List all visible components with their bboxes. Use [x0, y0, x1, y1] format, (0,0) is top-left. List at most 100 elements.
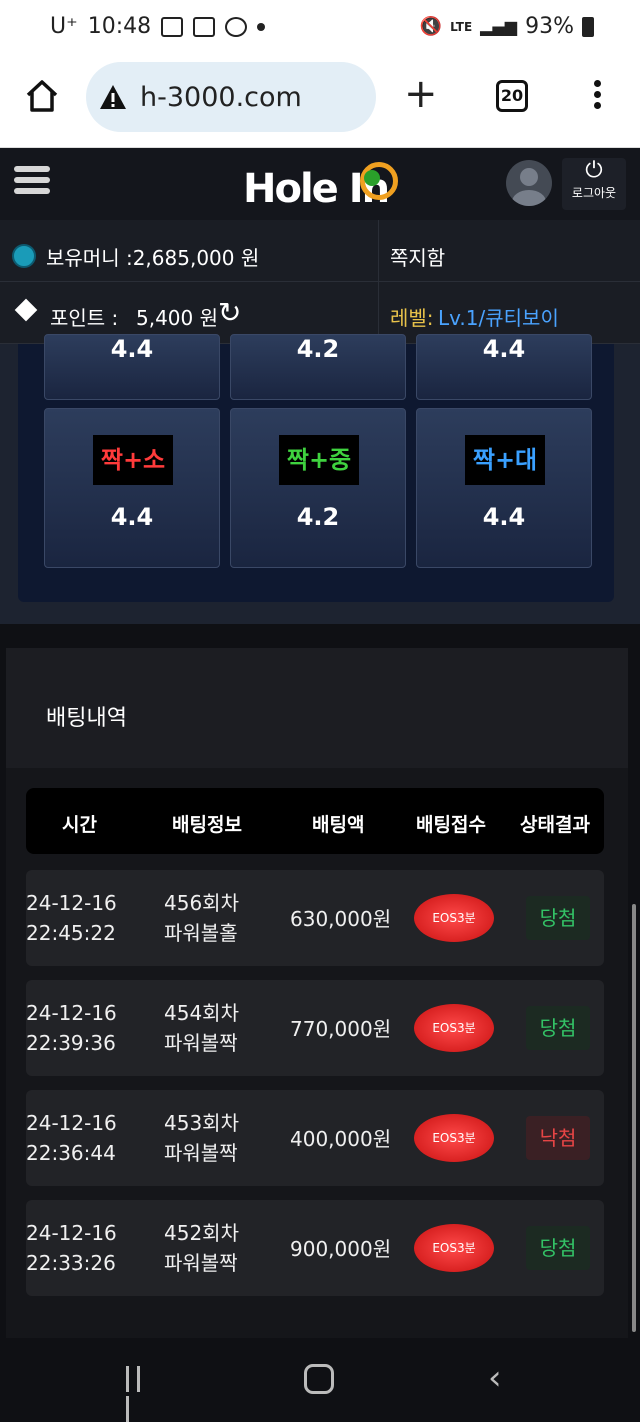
- history-table: 시간 배팅정보 배팅액 배팅접수 상태결과 24-12-16 22:45:22 4…: [6, 768, 628, 1338]
- bet-info: 452회차 파워볼짝: [164, 1221, 239, 1275]
- money-value: 2,685,000 원: [132, 246, 260, 270]
- recent-apps-icon[interactable]: [126, 1366, 154, 1422]
- logo-dot-icon: [364, 170, 380, 186]
- bet-odds: 4.2: [296, 335, 340, 363]
- bet-cell-even-small[interactable]: 짝+소 4.4: [44, 408, 220, 568]
- bet-grid: 4.4 4.2 4.4 짝+소 4.4 짝+중 4.2 짝+대 4.4: [18, 334, 614, 602]
- avatar[interactable]: [506, 160, 552, 206]
- column-header: 시간: [62, 814, 97, 836]
- history-title: 배팅내역: [46, 706, 127, 731]
- column-header: 배팅접수: [416, 814, 486, 836]
- menu-icon[interactable]: [14, 166, 50, 200]
- bet-time: 24-12-16 22:39:36: [26, 1001, 117, 1055]
- bet-odds: 4.4: [482, 503, 526, 531]
- result-badge: 당첨: [526, 1226, 590, 1270]
- memo-link[interactable]: 쪽지함: [390, 242, 445, 271]
- bet-odds: 4.4: [482, 335, 526, 363]
- refresh-icon[interactable]: ↻: [218, 296, 241, 329]
- browser-menu-icon[interactable]: [590, 80, 604, 116]
- bet-odds: 4.4: [110, 335, 154, 363]
- warning-icon[interactable]: [98, 83, 128, 111]
- point-label: 포인트 :: [50, 306, 119, 330]
- bet-time: 24-12-16 22:33:26: [26, 1221, 117, 1275]
- level-value: Lv.1/큐티보이: [438, 306, 559, 330]
- phone-screen: U⁺ 10:48 🔇 LTE ▂▄▆ 93% h-3000.com + 20 H…: [0, 0, 640, 1422]
- bet-odds: 4.2: [296, 503, 340, 531]
- bet-tag: 짝+중: [279, 435, 359, 485]
- bet-amount: 900,000원: [290, 1237, 392, 1261]
- result-badge: 당첨: [526, 1006, 590, 1050]
- new-tab-button[interactable]: +: [404, 74, 438, 114]
- bet-info: 456회차 파워볼홀: [164, 891, 239, 945]
- table-row: 24-12-16 22:36:44 453회차 파워볼짝 400,000원 EOS3…: [26, 1090, 604, 1186]
- bet-amount: 770,000원: [290, 1017, 392, 1041]
- section-gap: [0, 624, 640, 648]
- chat-icon: [225, 16, 248, 37]
- money-text: 보유머니 :2,685,000 원: [46, 242, 259, 271]
- mute-icon: 🔇: [419, 16, 443, 37]
- bet-tag: 짝+소: [93, 435, 173, 485]
- power-icon: ⏻: [585, 158, 603, 183]
- bet-amount: 400,000원: [290, 1127, 392, 1151]
- game-badge: EOS3분: [414, 1224, 494, 1272]
- bet-tag: 짝+대: [465, 435, 545, 485]
- network-label: LTE: [450, 19, 473, 34]
- diamond-icon: [14, 298, 38, 322]
- table-header: 시간 배팅정보 배팅액 배팅접수 상태결과: [26, 788, 604, 854]
- info-divider: [378, 220, 379, 344]
- back-icon[interactable]: ‹: [488, 1358, 502, 1398]
- bet-cell-even-large[interactable]: 짝+대 4.4: [416, 408, 592, 568]
- status-bar: U⁺ 10:48 🔇 LTE ▂▄▆ 93%: [0, 0, 640, 56]
- point-value: 5,400 원: [136, 306, 219, 330]
- table-row: 24-12-16 22:33:26 452회차 파워볼짝 900,000원 EOS3…: [26, 1200, 604, 1296]
- bet-cell-even-medium[interactable]: 짝+중 4.2: [230, 408, 406, 568]
- notification-dot-icon: [257, 22, 266, 31]
- signal-icon: ▂▄▆: [480, 17, 518, 36]
- result-badge: 낙첨: [526, 1116, 590, 1160]
- logout-button[interactable]: ⏻ 로그아웃: [562, 158, 626, 210]
- column-header: 상태결과: [520, 814, 590, 836]
- scrollbar[interactable]: [632, 904, 636, 1332]
- column-header: 배팅액: [312, 814, 365, 836]
- game-badge: EOS3분: [414, 1004, 494, 1052]
- home-icon[interactable]: [24, 78, 60, 114]
- bet-cell-top-3[interactable]: 4.4: [416, 334, 592, 400]
- carrier-label: U⁺: [50, 14, 78, 39]
- battery-icon: [582, 16, 594, 37]
- soccer-ball-icon: [12, 244, 36, 268]
- game-badge: EOS3분: [414, 1114, 494, 1162]
- bet-cell-top-1[interactable]: 4.4: [44, 334, 220, 400]
- level-label: 레벨:: [390, 306, 434, 330]
- blog-icon: [193, 16, 216, 37]
- bet-info: 454회차 파워볼짝: [164, 1001, 239, 1055]
- bet-amount: 630,000원: [290, 907, 392, 931]
- money-label: 보유머니 :: [46, 246, 133, 270]
- home-button-icon[interactable]: [304, 1364, 334, 1394]
- money-row: 보유머니 :2,685,000 원 쪽지함: [0, 220, 640, 282]
- tab-count-button[interactable]: 20: [496, 80, 528, 112]
- site-header: Hole In ⏻ 로그아웃: [0, 148, 640, 220]
- table-row: 24-12-16 22:39:36 454회차 파워볼짝 770,000원 EOS3…: [26, 980, 604, 1076]
- status-right: 🔇 LTE ▂▄▆ 93%: [420, 14, 594, 39]
- system-nav-bar: ‹: [0, 1338, 640, 1422]
- url-text[interactable]: h-3000.com: [140, 82, 302, 113]
- browser-toolbar: h-3000.com + 20: [0, 56, 640, 148]
- game-badge: EOS3분: [414, 894, 494, 942]
- bet-time: 24-12-16 22:36:44: [26, 1111, 117, 1165]
- status-left: U⁺ 10:48: [50, 14, 266, 39]
- address-bar[interactable]: h-3000.com: [86, 62, 376, 132]
- bet-history-section: 배팅내역 시간 배팅정보 배팅액 배팅접수 상태결과 24-12-16 22:45…: [6, 648, 628, 1338]
- table-row: 24-12-16 22:45:22 456회차 파워볼홀 630,000원 EOS3…: [26, 870, 604, 966]
- clock: 10:48: [87, 14, 152, 39]
- bet-cell-top-2[interactable]: 4.2: [230, 334, 406, 400]
- column-header: 배팅정보: [172, 814, 242, 836]
- bet-odds: 4.4: [110, 503, 154, 531]
- gallery-icon: [161, 16, 184, 37]
- logout-label: 로그아웃: [571, 186, 617, 200]
- bet-time: 24-12-16 22:45:22: [26, 891, 117, 945]
- battery-percent: 93%: [525, 14, 574, 39]
- bet-grid-section: 4.4 4.2 4.4 짝+소 4.4 짝+중 4.2 짝+대 4.4: [0, 334, 640, 624]
- bet-info: 453회차 파워볼짝: [164, 1111, 239, 1165]
- result-badge: 당첨: [526, 896, 590, 940]
- user-info-panel: 보유머니 :2,685,000 원 쪽지함 포인트 : 5,400 원 ↻ 레벨…: [0, 220, 640, 344]
